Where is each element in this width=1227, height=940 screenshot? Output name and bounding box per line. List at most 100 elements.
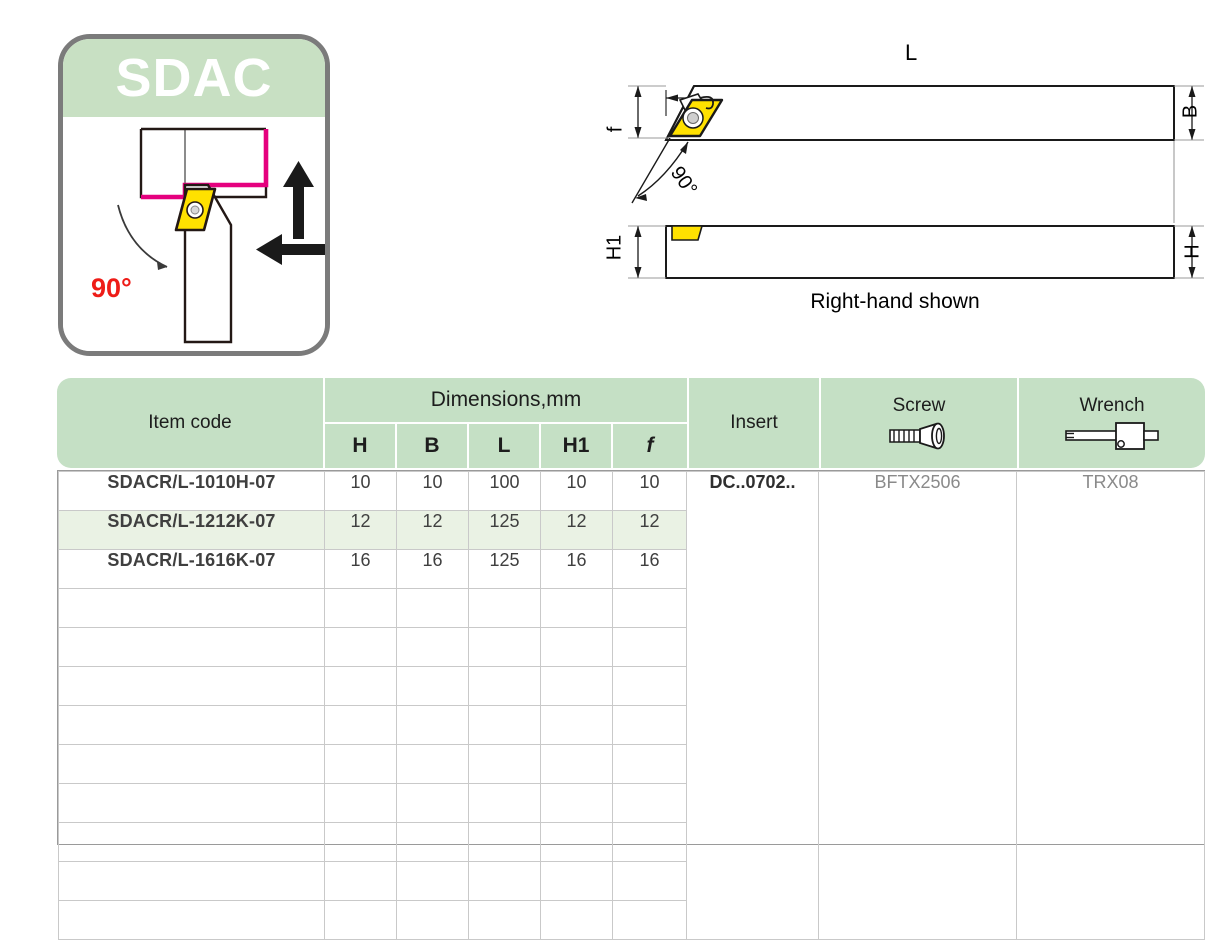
empty-cell — [468, 822, 541, 862]
cell-item-code: SDACR/L-1010H-07 — [58, 471, 325, 511]
cell-L: 125 — [468, 510, 541, 550]
empty-cell — [324, 588, 397, 628]
empty-cell — [324, 783, 397, 823]
cell-H: 10 — [324, 471, 397, 511]
cell-L: 100 — [468, 471, 541, 511]
empty-cell — [612, 744, 687, 784]
cell-screw: BFTX2506 — [818, 471, 1017, 940]
header-sub-B: B — [397, 424, 467, 468]
header-sub-H1: H1 — [541, 424, 611, 468]
empty-cell — [540, 822, 613, 862]
empty-cell — [468, 783, 541, 823]
empty-cell — [58, 705, 325, 745]
empty-cell — [58, 783, 325, 823]
spec-table-header: Item code Dimensions,mm H B L H1 f Inser… — [57, 378, 1205, 468]
empty-cell — [58, 627, 325, 667]
empty-cell — [468, 705, 541, 745]
dim-label-B: B — [1179, 104, 1202, 119]
header-dimensions-group: Dimensions,mm — [325, 378, 687, 422]
empty-cell — [324, 627, 397, 667]
cell-H1: 10 — [540, 471, 613, 511]
empty-cell — [612, 861, 687, 901]
empty-cell — [468, 900, 541, 940]
cell-f: 16 — [612, 549, 687, 589]
cell-item-code: SDACR/L-1616K-07 — [58, 549, 325, 589]
empty-cell — [468, 861, 541, 901]
product-series-title: SDAC — [115, 48, 273, 108]
empty-cell — [58, 588, 325, 628]
empty-cell — [468, 588, 541, 628]
empty-cell — [612, 783, 687, 823]
empty-cell — [540, 588, 613, 628]
header-insert: Insert — [689, 378, 819, 468]
empty-cell — [612, 705, 687, 745]
empty-cell — [396, 744, 469, 784]
header-item-code: Item code — [57, 378, 323, 468]
header-wrench: Wrench — [1019, 378, 1205, 468]
empty-cell — [540, 744, 613, 784]
empty-cell — [324, 822, 397, 862]
empty-cell — [396, 588, 469, 628]
empty-cell — [612, 627, 687, 667]
product-logo-card: SDAC 90° — [58, 34, 330, 356]
cell-wrench: TRX08 — [1016, 471, 1205, 940]
empty-cell — [468, 627, 541, 667]
header-screw: Screw — [821, 378, 1017, 468]
empty-cell — [612, 666, 687, 706]
cell-f: 12 — [612, 510, 687, 550]
header-sub-H: H — [325, 424, 395, 468]
dim-label-H1: H1 — [603, 234, 626, 261]
empty-cell — [396, 783, 469, 823]
empty-cell — [58, 861, 325, 901]
empty-cell — [58, 666, 325, 706]
screw-icon — [889, 422, 945, 450]
wrench-icon — [1065, 422, 1159, 450]
empty-cell — [396, 900, 469, 940]
cell-f: 10 — [612, 471, 687, 511]
empty-cell — [540, 900, 613, 940]
logo-banner: SDAC — [63, 39, 325, 117]
empty-cell — [540, 705, 613, 745]
empty-cell — [396, 627, 469, 667]
table-row[interactable]: SDACR/L-1010H-07 10 10 100 10 10 DC..070… — [58, 471, 1205, 940]
empty-cell — [396, 666, 469, 706]
empty-cell — [468, 666, 541, 706]
empty-cell — [324, 705, 397, 745]
empty-cell — [324, 666, 397, 706]
cell-H: 16 — [324, 549, 397, 589]
empty-cell — [540, 783, 613, 823]
empty-cell — [58, 900, 325, 940]
cell-B: 10 — [396, 471, 469, 511]
spec-table-grid: SDACR/L-1010H-07 10 10 100 10 10 DC..070… — [58, 471, 1205, 940]
empty-cell — [612, 822, 687, 862]
drawing-caption: Right-hand shown — [810, 290, 980, 313]
cell-H: 12 — [324, 510, 397, 550]
cell-item-code: SDACR/L-1212K-07 — [58, 510, 325, 550]
empty-cell — [612, 900, 687, 940]
empty-cell — [58, 822, 325, 862]
empty-cell — [324, 900, 397, 940]
logo-illustration-area — [63, 117, 325, 351]
empty-cell — [540, 861, 613, 901]
empty-cell — [468, 744, 541, 784]
empty-cell — [324, 861, 397, 901]
cell-H1: 12 — [540, 510, 613, 550]
cell-B: 16 — [396, 549, 469, 589]
empty-cell — [612, 588, 687, 628]
logo-angle-label: 90° — [91, 273, 132, 303]
cell-H1: 16 — [540, 549, 613, 589]
header-sub-f: f — [613, 424, 687, 468]
dim-label-f: f — [604, 126, 627, 133]
cell-L: 125 — [468, 549, 541, 589]
empty-cell — [324, 744, 397, 784]
empty-cell — [396, 822, 469, 862]
empty-cell — [396, 705, 469, 745]
spec-table-body: SDACR/L-1010H-07 10 10 100 10 10 DC..070… — [57, 470, 1205, 940]
cell-B: 12 — [396, 510, 469, 550]
dim-label-L: L — [905, 40, 918, 65]
turning-operation-diagram — [117, 127, 325, 344]
empty-cell — [58, 744, 325, 784]
header-sub-L: L — [469, 424, 539, 468]
empty-cell — [396, 861, 469, 901]
cell-insert: DC..0702.. — [686, 471, 819, 940]
